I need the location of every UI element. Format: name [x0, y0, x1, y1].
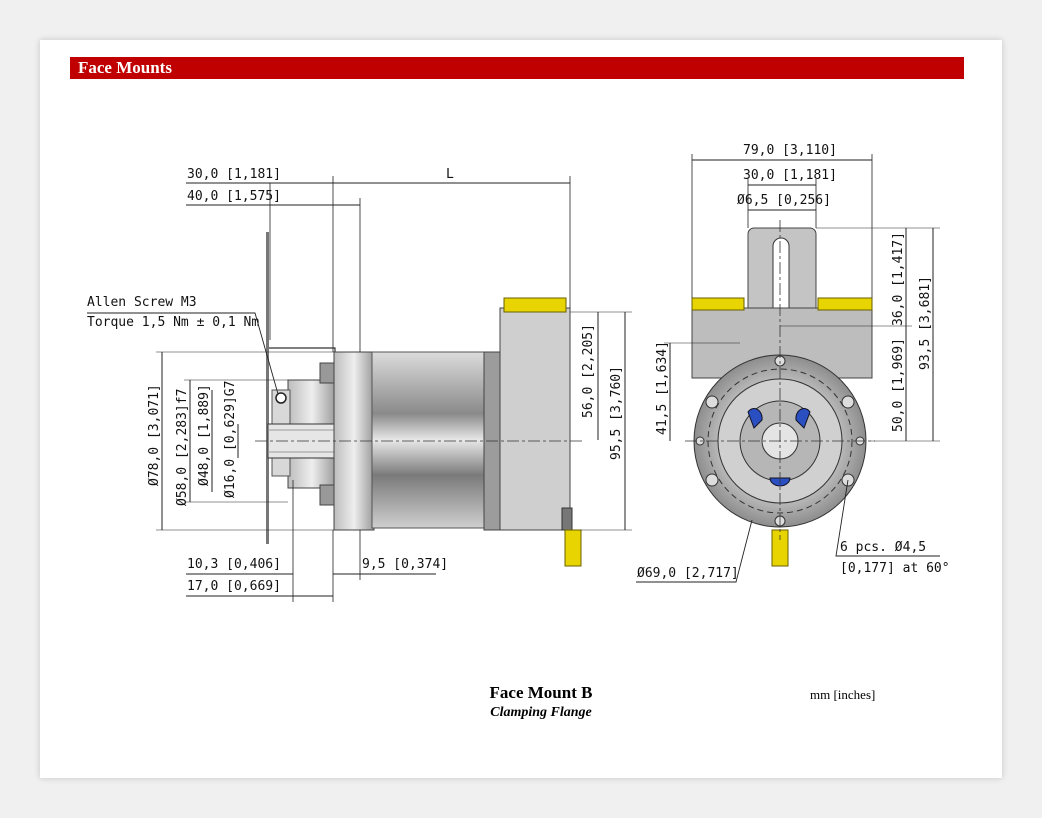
technical-drawing: 30,0 [1,181] 40,0 [1,575] L Allen Screw … — [87, 143, 950, 602]
connector-housing — [499, 307, 571, 531]
dim-40-side: 40,0 [1,575] — [187, 189, 281, 204]
dim-48: Ø48,0 [1,889] — [197, 384, 212, 486]
holes-angle-label: [0,177] at 60° — [840, 561, 950, 576]
dim-17: 17,0 [0,669] — [187, 579, 281, 594]
allen-screw — [275, 392, 287, 404]
dim-69: Ø69,0 [2,717] — [637, 566, 739, 581]
connector-yellow-left — [691, 297, 745, 311]
dim-16: Ø16,0 [0,629]G7 — [223, 381, 238, 498]
dim-length: L — [446, 167, 454, 182]
dim-6: Ø6,5 [0,256] — [737, 193, 831, 208]
encoder-body — [371, 351, 489, 529]
dim-36: 36,0 [1,417] — [891, 232, 906, 326]
dim-93: 93,5 [3,681] — [918, 276, 933, 370]
figure-title: Face Mount B — [489, 683, 593, 702]
dim-58: Ø58,0 [2,283]f7 — [175, 389, 190, 506]
mounting-plate — [266, 232, 269, 544]
dim-9: 9,5 [0,374] — [362, 557, 448, 572]
dim-41: 41,5 [1,634] — [655, 341, 670, 435]
dim-30-front: 30,0 [1,181] — [743, 168, 837, 183]
units-note: mm [inches] — [810, 687, 876, 702]
side-view: 30,0 [1,181] 40,0 [1,575] L Allen Screw … — [87, 167, 632, 602]
torque-label: Torque 1,5 Nm ± 0,1 Nm — [87, 315, 259, 330]
connector-yellow-top — [503, 297, 567, 313]
dim-50: 50,0 [1,969] — [891, 338, 906, 432]
dim-95: 95,5 [3,760] — [609, 366, 624, 460]
dim-30-side: 30,0 [1,181] — [187, 167, 281, 182]
dim-78: Ø78,0 [3,071] — [147, 384, 162, 486]
connector-yellow-side — [564, 529, 582, 567]
front-view: 79,0 [3,110] 30,0 [1,181] Ø6,5 [0,256] 3… — [636, 143, 950, 583]
connector-yellow-right — [817, 297, 873, 311]
figure-subtitle: Clamping Flange — [490, 705, 592, 720]
dim-56: 56,0 [2,205] — [581, 324, 596, 418]
screw-label: Allen Screw M3 — [87, 295, 197, 310]
holes-count-label: 6 pcs. Ø4,5 — [840, 540, 926, 555]
dim-10: 10,3 [0,406] — [187, 557, 281, 572]
dim-79: 79,0 [3,110] — [743, 143, 837, 158]
datasheet-page: Face Mounts 30,0 [1,181] 40,0 [1,575] L … — [40, 40, 1002, 778]
